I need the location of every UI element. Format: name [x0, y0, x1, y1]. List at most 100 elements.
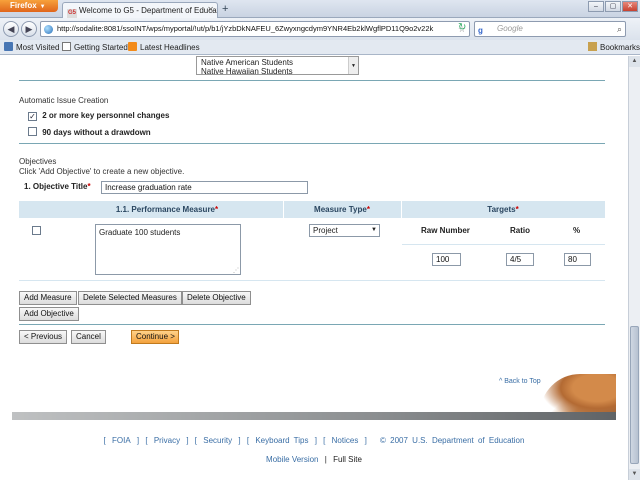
- listbox-scroll-down-icon[interactable]: ▼: [348, 57, 358, 74]
- mobile-version-link[interactable]: Mobile Version: [266, 455, 318, 464]
- measure-type-select[interactable]: Project ▼: [309, 224, 380, 237]
- objective-title-label: 1. Objective Title*: [24, 182, 91, 191]
- list-option[interactable]: Native American Students: [201, 58, 358, 67]
- key-personnel-option[interactable]: ✓ 2 or more key personnel changes: [28, 111, 169, 121]
- issue-creation-heading: Automatic Issue Creation: [19, 96, 109, 105]
- copyright-text: © 2007 U.S. Department of Education: [380, 436, 525, 445]
- performance-measure-textarea[interactable]: Graduate 100 students ⋰: [95, 224, 241, 275]
- address-bar[interactable]: http://sodalite:8081/ssoINT/wps/myportal…: [40, 21, 470, 37]
- objective-title-input[interactable]: Increase graduation rate: [101, 181, 308, 194]
- search-box[interactable]: g Google ⌕: [474, 21, 626, 37]
- performance-measure-header: 1.1. Performance Measure*: [51, 201, 283, 218]
- minimize-icon[interactable]: –: [588, 1, 604, 12]
- reload-icon[interactable]: ↻: [458, 23, 466, 33]
- maximize-icon[interactable]: ▢: [605, 1, 621, 12]
- close-window-icon[interactable]: ✕: [622, 1, 638, 12]
- required-mark: *: [515, 205, 519, 214]
- measure-type-header: Measure Type*: [283, 201, 401, 218]
- new-tab-button[interactable]: +: [222, 3, 228, 15]
- scroll-down-icon[interactable]: ▼: [629, 469, 640, 480]
- divider: [19, 324, 605, 325]
- keyboard-tips-link[interactable]: Keyboard Tips: [255, 436, 308, 445]
- url-text: http://sodalite:8081/ssoINT/wps/myportal…: [57, 24, 434, 33]
- rss-feed-icon: [128, 42, 137, 51]
- bookmark-label: Most Visited: [16, 43, 60, 52]
- chevron-down-icon: ▼: [39, 4, 46, 10]
- close-tab-icon[interactable]: ✕: [207, 5, 214, 14]
- firefox-menu-label: Firefox: [10, 1, 37, 10]
- browser-tab[interactable]: G5 Welcome to G5 - Department of Educatio…: [62, 2, 218, 18]
- required-mark: *: [215, 205, 219, 214]
- scroll-up-icon[interactable]: ▲: [629, 56, 640, 67]
- percent-header: %: [573, 226, 581, 235]
- measure-type-value: Project: [313, 226, 338, 235]
- percent-input[interactable]: 80: [564, 253, 591, 266]
- previous-button[interactable]: < Previous: [19, 330, 68, 344]
- objectives-heading: Objectives: [19, 157, 57, 166]
- measures-table-header: 1.1. Performance Measure* Measure Type* …: [19, 201, 605, 218]
- cancel-button[interactable]: Cancel: [71, 330, 106, 344]
- performance-measure-header-text: 1.1. Performance Measure: [115, 205, 216, 214]
- bookmarks-icon: [588, 42, 597, 51]
- performance-measure-text: Graduate 100 students: [99, 228, 181, 237]
- drawdown-checkbox[interactable]: [28, 127, 37, 136]
- search-icon[interactable]: ⌕: [617, 22, 622, 36]
- objective-title-text: 1. Objective Title: [24, 182, 88, 191]
- add-measure-button[interactable]: Add Measure: [19, 291, 77, 305]
- objectives-instruction: Click 'Add Objective' to create a new ob…: [19, 167, 185, 176]
- bookmark-latest-headlines[interactable]: Latest Headlines: [128, 42, 200, 52]
- chevron-down-icon: ▼: [371, 227, 377, 233]
- key-personnel-checkbox[interactable]: ✓: [28, 112, 37, 121]
- version-separator: |: [324, 455, 327, 464]
- site-identity-icon[interactable]: [44, 25, 53, 34]
- divider: [19, 280, 605, 281]
- page-scrollbar[interactable]: ▲ ▼: [628, 56, 640, 480]
- select-measure-checkbox[interactable]: [32, 226, 41, 235]
- bookmark-getting-started[interactable]: Getting Started: [62, 42, 128, 52]
- scrollbar-thumb[interactable]: [630, 326, 639, 464]
- back-arrow-icon[interactable]: ◀: [3, 21, 19, 37]
- delete-objective-button[interactable]: Delete Objective: [182, 291, 251, 305]
- footer-links: [ FOIA ] [ Privacy ] [ Security ] [ Keyb…: [103, 436, 525, 445]
- continue-button[interactable]: Continue >: [131, 330, 179, 344]
- firefox-menu-button[interactable]: Firefox ▼: [0, 0, 58, 12]
- notices-link[interactable]: Notices: [332, 436, 359, 445]
- search-placeholder: Google: [497, 24, 523, 33]
- window-controls: – ▢ ✕: [588, 1, 638, 12]
- delete-selected-measures-button[interactable]: Delete Selected Measures: [78, 291, 182, 305]
- foia-link[interactable]: FOIA: [112, 436, 131, 445]
- raw-number-input[interactable]: 100: [432, 253, 461, 266]
- resize-grip-icon[interactable]: ⋰: [233, 267, 239, 274]
- back-to-top-link[interactable]: ^ Back to Top: [499, 378, 541, 385]
- bookmarks-menu-button[interactable]: Bookmarks: [588, 42, 640, 52]
- page-icon: [62, 42, 71, 51]
- targets-header: Targets*: [401, 201, 605, 218]
- privacy-link[interactable]: Privacy: [154, 436, 180, 445]
- bookmark-label: Latest Headlines: [140, 43, 200, 52]
- add-objective-button[interactable]: Add Objective: [19, 307, 79, 321]
- bookmark-most-visited[interactable]: Most Visited: [4, 42, 59, 52]
- most-visited-icon: [4, 42, 13, 51]
- page-viewport: Native American Students Native Hawaiian…: [0, 56, 628, 480]
- ratio-input[interactable]: 4/5: [506, 253, 534, 266]
- navigation-toolbar: ◀ ▶ http://sodalite:8081/ssoINT/wps/mypo…: [0, 18, 640, 40]
- required-mark: *: [87, 182, 91, 191]
- drawdown-option[interactable]: 90 days without a drawdown: [28, 127, 151, 137]
- bookmark-label: Getting Started: [74, 43, 128, 52]
- key-personnel-label: 2 or more key personnel changes: [42, 111, 170, 120]
- site-version-switch: Mobile Version | Full Site: [0, 455, 628, 464]
- forward-arrow-icon[interactable]: ▶: [21, 21, 37, 37]
- raw-number-header: Raw Number: [421, 226, 470, 235]
- divider: [19, 80, 605, 81]
- drawdown-label: 90 days without a drawdown: [42, 128, 151, 137]
- security-link[interactable]: Security: [203, 436, 232, 445]
- google-engine-icon[interactable]: g: [478, 24, 483, 38]
- bookmarks-toolbar: Most Visited Getting Started Latest Head…: [0, 40, 640, 55]
- targets-header-text: Targets: [487, 205, 516, 214]
- full-site-label: Full Site: [333, 455, 362, 464]
- divider: [19, 143, 605, 144]
- list-option[interactable]: Native Hawaiian Students: [201, 67, 358, 74]
- measure-type-header-text: Measure Type: [314, 205, 367, 214]
- bookmarks-menu-label: Bookmarks: [600, 43, 640, 52]
- student-group-listbox[interactable]: Native American Students Native Hawaiian…: [196, 56, 359, 75]
